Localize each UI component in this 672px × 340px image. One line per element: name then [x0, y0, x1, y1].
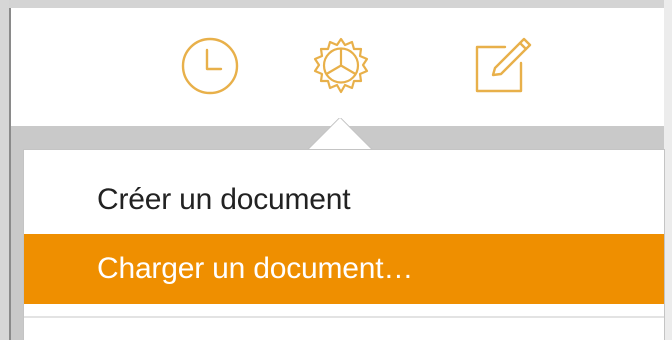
- upload-document-menu-item[interactable]: Charger un document…: [24, 234, 664, 304]
- compose-icon: [469, 33, 535, 99]
- window-top-edge: [0, 0, 672, 8]
- create-document-menu-item[interactable]: Créer un document: [24, 164, 664, 236]
- window: Créer un document Charger un document…: [0, 0, 672, 340]
- toolbar: [11, 8, 664, 126]
- recents-button[interactable]: [174, 30, 246, 102]
- window-left-edge: [0, 0, 9, 340]
- compose-button[interactable]: [466, 30, 538, 102]
- settings-button[interactable]: [305, 30, 377, 102]
- settings-popover-menu: Créer un document Charger un document…: [24, 150, 664, 340]
- clock-icon: [178, 34, 242, 98]
- menu-divider: [24, 316, 664, 318]
- window-right-edge: [664, 0, 672, 340]
- popover-arrow: [305, 118, 375, 152]
- gear-icon: [306, 31, 376, 101]
